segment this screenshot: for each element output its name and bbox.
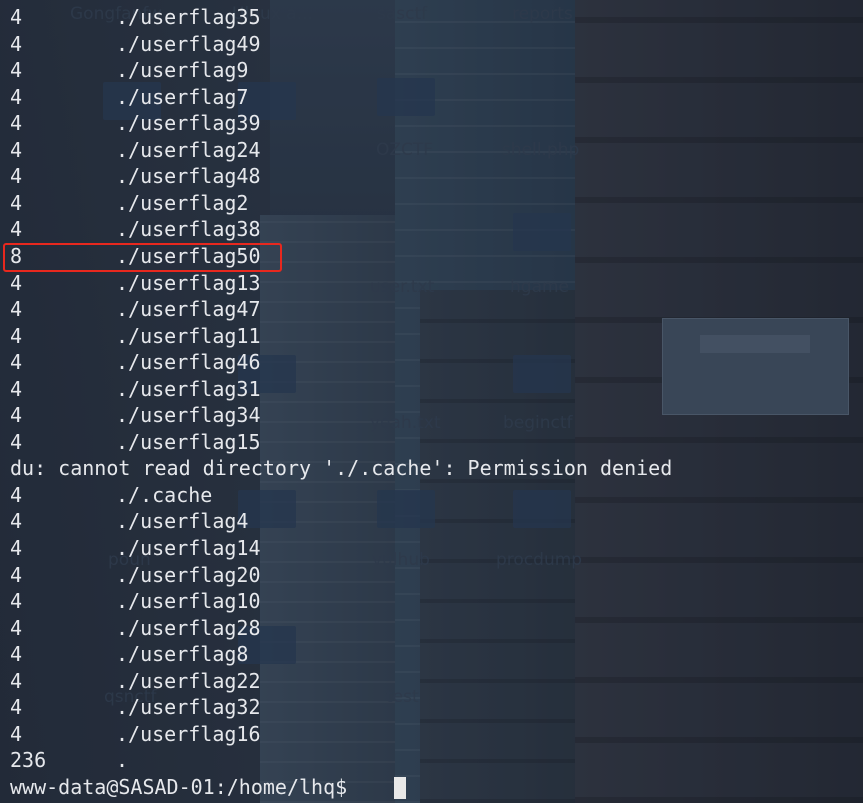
disk-usage-size: 4 [10,589,23,613]
file-path: ./userflag24 [116,138,261,162]
file-path: ./userflag47 [116,297,261,321]
disk-usage-size: 4 [10,563,23,587]
error-text: du: cannot read directory './.cache': Pe… [10,456,673,480]
file-path: ./userflag2 [116,191,249,215]
text-cursor [394,777,406,799]
file-path: ./userflag4 [116,509,249,533]
file-path: ./userflag11 [116,324,261,348]
file-path: ./userflag8 [116,642,249,666]
file-path: ./userflag49 [116,32,261,56]
disk-usage-size: 4 [10,403,23,427]
disk-usage-size: 236 [10,748,47,772]
file-path: ./userflag28 [116,616,261,640]
file-path: ./userflag22 [116,669,261,693]
file-path: ./.cache [116,483,213,507]
file-path: ./userflag13 [116,271,261,295]
file-path: ./userflag20 [116,563,261,587]
file-path: ./userflag7 [116,85,249,109]
disk-usage-size: 4 [10,722,23,746]
disk-usage-size: 4 [10,695,23,719]
disk-usage-size: 4 [10,85,23,109]
file-path: ./userflag10 [116,589,261,613]
file-path: ./userflag16 [116,722,261,746]
disk-usage-size: 4 [10,297,23,321]
disk-usage-size: 4 [10,324,23,348]
file-path: ./userflag15 [116,430,261,454]
file-path: ./userflag31 [116,377,261,401]
disk-usage-size: 4 [10,164,23,188]
terminal-window[interactable]: 4 ./userflag35 4 ./userflag49 4 ./userflag9… [0,0,863,803]
disk-usage-size: 4 [10,5,23,29]
disk-usage-size: 4 [10,483,23,507]
disk-usage-size: 4 [10,377,23,401]
disk-usage-size: 4 [10,350,23,374]
file-path: . [116,748,129,772]
file-path: ./userflag39 [116,111,261,135]
file-path: ./userflag9 [116,58,249,82]
file-path: ./userflag34 [116,403,261,427]
disk-usage-size: 4 [10,32,23,56]
file-path: ./userflag46 [116,350,261,374]
disk-usage-size: 4 [10,138,23,162]
shell-prompt: www-data@SASAD-01:/home/lhq$ [10,775,348,799]
disk-usage-size: 4 [10,111,23,135]
file-path: ./userflag48 [116,164,261,188]
disk-usage-size: 4 [10,58,23,82]
file-path: ./userflag32 [116,695,261,719]
highlight-box [3,243,282,272]
file-path: ./userflag14 [116,536,261,560]
disk-usage-size: 4 [10,191,23,215]
disk-usage-size: 4 [10,271,23,295]
disk-usage-size: 4 [10,669,23,693]
disk-usage-size: 4 [10,616,23,640]
disk-usage-size: 4 [10,217,23,241]
disk-usage-size: 4 [10,509,23,533]
disk-usage-size: 4 [10,536,23,560]
file-path: ./userflag38 [116,217,261,241]
disk-usage-size: 4 [10,430,23,454]
file-path: ./userflag35 [116,5,261,29]
disk-usage-size: 4 [10,642,23,666]
